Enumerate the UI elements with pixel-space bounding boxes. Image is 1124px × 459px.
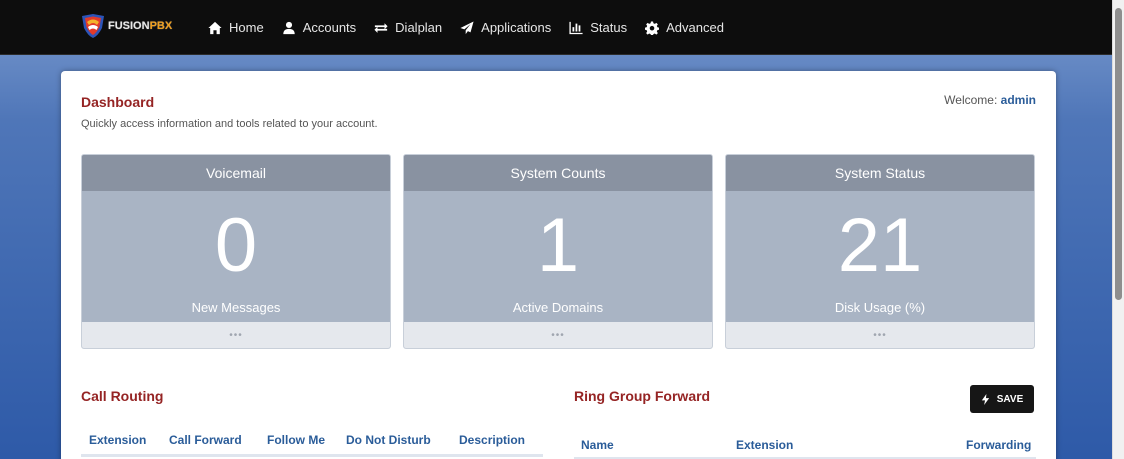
widget-label: New Messages (191, 300, 281, 315)
page-scrollbar[interactable] (1112, 0, 1124, 459)
widget-value: 21 (837, 203, 923, 288)
fusionpbx-logo[interactable]: FUSIONPBX (80, 12, 172, 40)
page-subtitle: Quickly access information and tools rel… (81, 118, 378, 130)
nav-item-label: Status (590, 20, 628, 35)
column-header-call-forward[interactable]: Call Forward (169, 433, 242, 447)
top-navbar: FUSIONPBX Home Accounts Dialplan Applica… (0, 0, 1112, 55)
home-icon (208, 21, 222, 34)
paper-plane-icon (460, 20, 474, 34)
widget-title: System Counts (404, 155, 712, 191)
nav-item-accounts[interactable]: Accounts (282, 20, 356, 35)
widget-label: Disk Usage (%) (834, 300, 926, 315)
logo-shield-icon (82, 14, 104, 38)
widget-value: 1 (536, 203, 580, 288)
nav-item-label: Applications (481, 20, 552, 35)
widget-value: 0 (214, 203, 258, 288)
widget-expand-footer[interactable]: ••• (82, 322, 390, 348)
user-icon (283, 21, 295, 34)
dashboard-card: Dashboard Quickly access information and… (61, 71, 1056, 459)
exchange-icon (374, 22, 388, 33)
widget-title: Voicemail (82, 155, 390, 191)
column-header-follow-me[interactable]: Follow Me (267, 433, 325, 447)
scrollbar-thumb[interactable] (1115, 8, 1122, 300)
nav-item-label: Dialplan (395, 20, 443, 35)
call-routing-title: Call Routing (81, 388, 164, 404)
bolt-icon (981, 393, 989, 405)
main-nav: Home Accounts Dialplan Applications Stat… (208, 0, 742, 55)
column-header-extension[interactable]: Extension (736, 438, 793, 452)
table-header-divider (81, 454, 543, 457)
column-header-extension[interactable]: Extension (89, 433, 146, 447)
widget-system-counts[interactable]: System Counts 1 Active Domains ••• (403, 154, 713, 349)
nav-item-label: Advanced (666, 20, 724, 35)
widget-expand-footer[interactable]: ••• (404, 322, 712, 348)
widget-voicemail[interactable]: Voicemail 0 New Messages ••• (81, 154, 391, 349)
widget-title: System Status (726, 155, 1034, 191)
save-button-label: SAVE (996, 393, 1024, 405)
page-title: Dashboard (81, 94, 155, 110)
logo-text: FUSIONPBX (108, 20, 173, 32)
gear-icon (645, 20, 660, 35)
nav-item-applications[interactable]: Applications (460, 20, 551, 35)
welcome-prefix: Welcome: (944, 93, 998, 107)
ring-group-forward-title: Ring Group Forward (574, 388, 711, 404)
widget-expand-footer[interactable]: ••• (726, 322, 1034, 348)
widget-label: Active Domains (512, 300, 604, 315)
column-header-name[interactable]: Name (581, 438, 614, 452)
welcome-user-link[interactable]: admin (1001, 93, 1036, 107)
nav-item-home[interactable]: Home (208, 20, 264, 35)
column-header-forwarding[interactable]: Forwarding (966, 438, 1031, 452)
bar-chart-icon (569, 21, 583, 34)
widget-system-status[interactable]: System Status 21 Disk Usage (%) ••• (725, 154, 1035, 349)
nav-item-advanced[interactable]: Advanced (645, 20, 724, 35)
nav-item-dialplan[interactable]: Dialplan (374, 20, 442, 35)
nav-item-status[interactable]: Status (569, 20, 627, 35)
nav-item-label: Accounts (302, 20, 357, 35)
welcome-message: Welcome: admin (944, 93, 1036, 107)
nav-item-label: Home (229, 20, 264, 35)
save-button[interactable]: SAVE (970, 385, 1034, 413)
column-header-do-not-disturb[interactable]: Do Not Disturb (346, 433, 431, 447)
column-header-description[interactable]: Description (459, 433, 525, 447)
